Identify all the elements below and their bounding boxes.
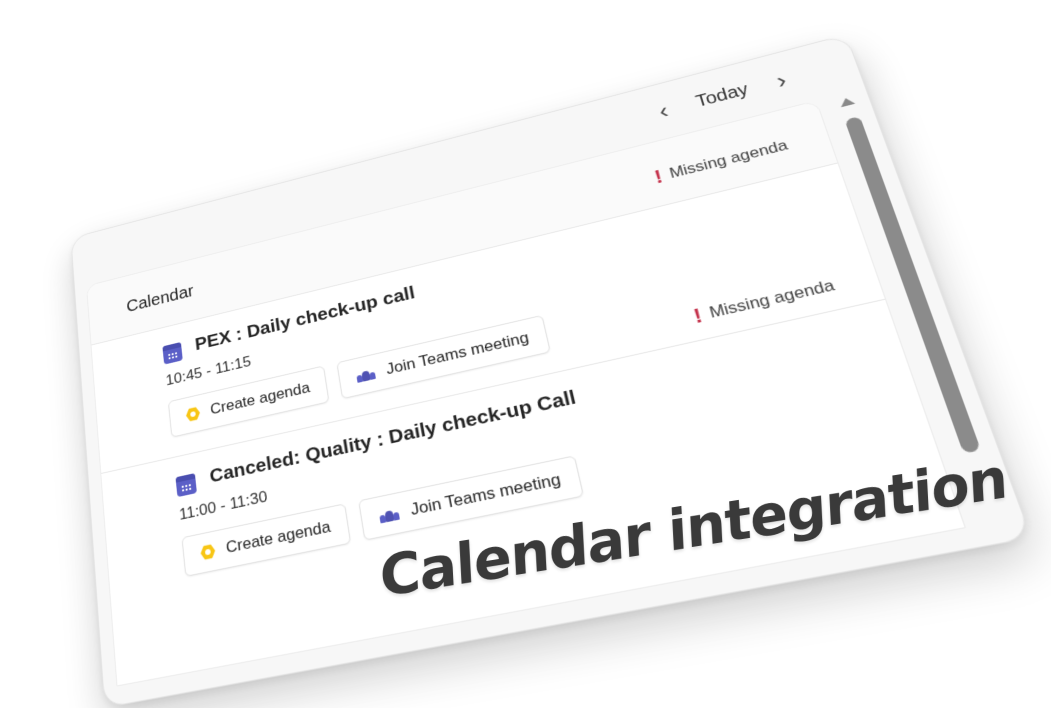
calendar-card: ‹ Today › Calendar ! Missing agenda PEX … bbox=[70, 34, 1032, 708]
agenda-icon bbox=[185, 406, 200, 423]
chevron-right-icon[interactable]: › bbox=[774, 69, 790, 92]
panel-title: Calendar bbox=[126, 282, 195, 317]
calendar-panel: Calendar ! Missing agenda PEX : Daily ch… bbox=[86, 100, 966, 686]
agenda-icon bbox=[200, 543, 216, 561]
create-agenda-label: Create agenda bbox=[209, 379, 311, 419]
scene: ‹ Today › Calendar ! Missing agenda PEX … bbox=[0, 0, 1051, 675]
join-teams-label: Join Teams meeting bbox=[385, 329, 531, 379]
exclamation-icon: ! bbox=[691, 305, 704, 327]
join-teams-label: Join Teams meeting bbox=[409, 470, 562, 520]
today-button[interactable]: Today bbox=[694, 80, 751, 112]
calendar-icon bbox=[162, 342, 182, 365]
exclamation-icon: ! bbox=[653, 167, 665, 187]
chevron-left-icon[interactable]: ‹ bbox=[656, 99, 670, 122]
create-agenda-label: Create agenda bbox=[225, 517, 332, 557]
status-text: Missing agenda bbox=[668, 137, 791, 183]
teams-icon bbox=[356, 366, 376, 382]
calendar-icon bbox=[175, 473, 196, 497]
teams-icon bbox=[379, 506, 400, 523]
scroll-up-arrow-icon[interactable] bbox=[838, 96, 855, 107]
